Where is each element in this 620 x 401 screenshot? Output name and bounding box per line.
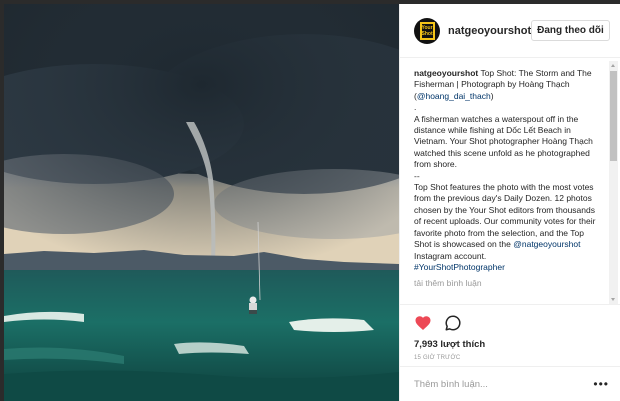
comment-input[interactable] [414, 378, 594, 390]
caption-separator: -- [414, 170, 420, 181]
post-timestamp: 15 GIỜ TRƯỚC [414, 355, 461, 361]
heart-icon[interactable] [414, 314, 432, 332]
caption-account-link[interactable]: @natgeoyourshot [513, 239, 580, 249]
header-username[interactable]: natgeoyourshot [448, 25, 531, 37]
comments-scrollbar[interactable] [609, 61, 618, 304]
action-icons [414, 313, 607, 333]
caption-title-end: ) [490, 90, 494, 101]
load-more-comments-link[interactable]: tải thêm bình luận [414, 278, 603, 288]
caption-paragraph-2-end: Instagram account. [414, 250, 487, 261]
post-modal: Your Shot natgeoyourshot Đang theo dõi n… [0, 0, 620, 401]
likes-count[interactable]: 7,993 lượt thích [414, 339, 607, 350]
post-header: Your Shot natgeoyourshot Đang theo dõi [400, 4, 620, 58]
post-photo[interactable] [4, 4, 399, 401]
caption-mention-link[interactable]: @hoang_dai_thach [417, 91, 491, 101]
avatar-logo: Your Shot [419, 21, 435, 40]
waterspout-photo [4, 4, 399, 401]
caption-hashtag-link[interactable]: #YourShotPhotographer [414, 262, 505, 272]
post-details-panel: Your Shot natgeoyourshot Đang theo dõi n… [399, 4, 620, 401]
post-caption: natgeoyourshot Top Shot: The Storm and T… [414, 68, 603, 273]
scroll-thumb[interactable] [610, 71, 617, 161]
post-actions: 7,993 lượt thích 15 GIỜ TRƯỚC [400, 304, 620, 361]
caption-dot: . [414, 102, 417, 113]
scroll-down-arrow-icon[interactable] [611, 298, 615, 301]
avatar[interactable]: Your Shot [414, 17, 440, 44]
add-comment-bar: ••• [400, 366, 620, 401]
scroll-up-arrow-icon[interactable] [611, 64, 615, 67]
following-button[interactable]: Đang theo dõi [531, 20, 610, 41]
caption-paragraph-1: A fisherman watches a waterspout off in … [414, 113, 593, 170]
comments-list[interactable]: natgeoyourshot Top Shot: The Storm and T… [400, 59, 620, 302]
caption-username[interactable]: natgeoyourshot [414, 68, 478, 78]
more-options-icon[interactable]: ••• [593, 378, 609, 390]
comment-icon[interactable] [444, 314, 462, 332]
